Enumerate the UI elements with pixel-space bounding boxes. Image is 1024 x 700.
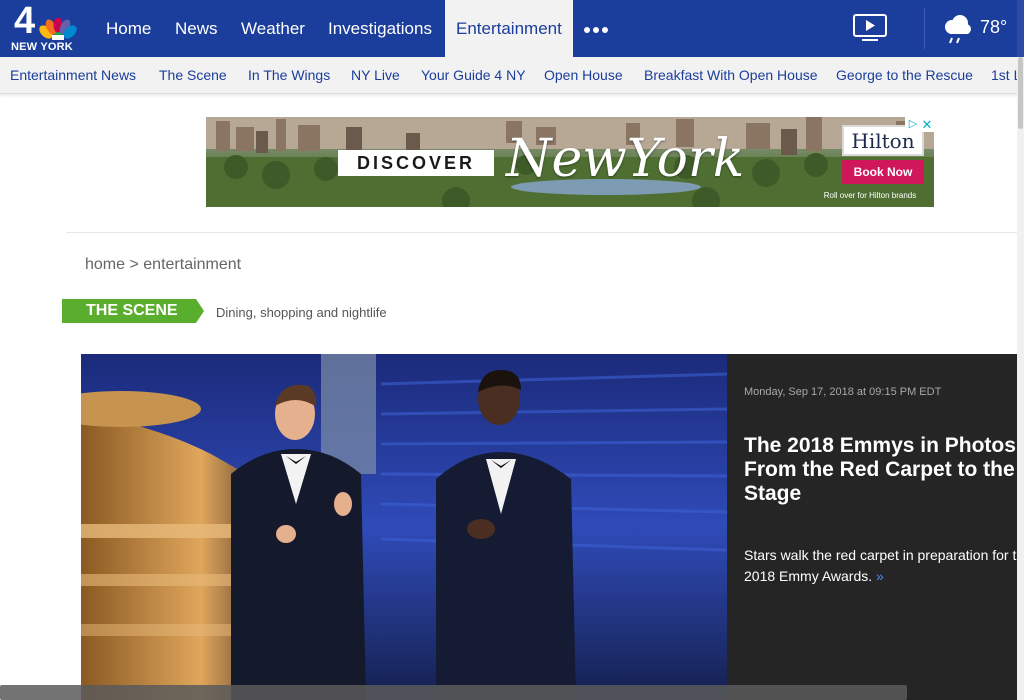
section-description: Dining, shopping and nightlife [216, 305, 387, 320]
ad-close-icon[interactable]: ✕ [920, 117, 934, 132]
content-divider [66, 232, 1024, 233]
horizontal-scrollbar-thumb[interactable] [0, 685, 907, 700]
discover-new-york-ad[interactable]: DISCOVER NewYork Hilton Book Now Roll ov… [206, 117, 934, 207]
vertical-scrollbar[interactable] [1017, 57, 1024, 700]
ad-new-york-headline: NewYork [506, 129, 745, 189]
emmys-stage-photo [81, 354, 727, 700]
story-timestamp: Monday, Sep 17, 2018 at 09:15 PM EDT [744, 386, 942, 398]
sub-navigation: Entertainment News The Scene In The Wing… [0, 57, 1024, 94]
breadcrumb-separator: > [129, 256, 139, 273]
subnav-open-house[interactable]: Open House [544, 57, 623, 93]
nav-divider [924, 8, 925, 49]
nav-home[interactable]: Home [106, 0, 151, 57]
ad-rollover-note: Roll over for Hilton brands [823, 191, 917, 200]
story-summary-text: Stars walk the red carpet in preparation… [744, 547, 1024, 584]
section-label: THE SCENE [62, 299, 204, 323]
read-more-icon[interactable]: » [876, 568, 884, 584]
story-headline[interactable]: The 2018 Emmys in Photos: From the Red C… [744, 434, 1024, 506]
horizontal-scrollbar[interactable] [0, 683, 1017, 700]
subnav-george-to-the-rescue[interactable]: George to the Rescue [836, 57, 973, 93]
breadcrumb-entertainment[interactable]: entertainment [143, 256, 241, 273]
ad-choices: ▷ ✕ [905, 117, 934, 132]
nav-edge [1017, 0, 1024, 57]
page: 4 NEW YORK Home News Weather Investigati… [0, 0, 1024, 700]
breadcrumb-home[interactable]: home [85, 256, 125, 273]
section-label-text: THE SCENE [86, 302, 178, 319]
nav-entertainment[interactable]: Entertainment [445, 0, 573, 57]
vertical-scrollbar-thumb[interactable] [1018, 57, 1023, 129]
story-summary: Stars walk the red carpet in preparation… [744, 545, 1024, 587]
logo-number: 4 [14, 0, 36, 42]
subnav-in-the-wings[interactable]: In The Wings [248, 57, 330, 93]
rain-cloud-icon[interactable] [940, 12, 974, 46]
more-menu-icon[interactable] [584, 24, 610, 36]
logo-station-text: NEW YORK [11, 41, 73, 53]
subnav-breakfast-with-open-house[interactable]: Breakfast With Open House [644, 57, 818, 93]
subnav-your-guide-4-ny[interactable]: Your Guide 4 NY [421, 57, 526, 93]
nav-news[interactable]: News [175, 0, 218, 57]
ad-discover-label: DISCOVER [338, 150, 494, 176]
ad-choices-icon[interactable]: ▷ [907, 118, 919, 130]
subnav-entertainment-news[interactable]: Entertainment News [10, 57, 136, 93]
nbc-4-new-york-logo[interactable]: 4 NEW YORK [8, 0, 80, 54]
peacock-icon [39, 18, 77, 40]
nav-weather[interactable]: Weather [241, 0, 305, 57]
hero-image[interactable] [81, 354, 727, 700]
top-navigation: 4 NEW YORK Home News Weather Investigati… [0, 0, 1024, 57]
subnav-the-scene[interactable]: The Scene [159, 57, 227, 93]
weather-temperature[interactable]: 78° [980, 17, 1007, 38]
ad-book-now-button[interactable]: Book Now [842, 160, 924, 184]
hero-story-panel: Monday, Sep 17, 2018 at 09:15 PM EDT The… [727, 354, 1024, 700]
subnav-ny-live[interactable]: NY Live [351, 57, 400, 93]
video-icon[interactable] [852, 13, 888, 43]
breadcrumb: home > entertainment [85, 256, 241, 274]
nav-investigations[interactable]: Investigations [328, 0, 432, 57]
